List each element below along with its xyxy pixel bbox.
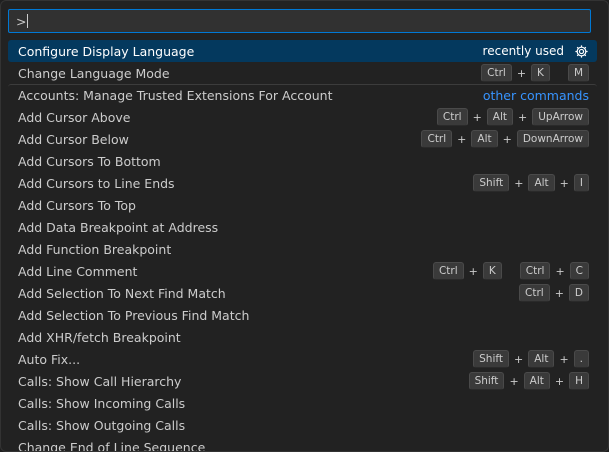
keybinding-key: . — [573, 350, 589, 368]
keybinding-key: Ctrl — [519, 262, 551, 280]
command-list: Configure Display Language recently used C… — [8, 40, 597, 452]
keybinding-key: Alt — [523, 372, 550, 390]
plus-separator: + — [518, 110, 528, 124]
command-meta: recently used — [483, 44, 589, 59]
other-commands-link[interactable]: other commands — [483, 88, 589, 103]
command-meta: Ctrl + D — [519, 284, 589, 302]
command-label: Auto Fix... — [18, 351, 81, 367]
keybinding-key: Alt — [471, 130, 498, 148]
keybinding-key: Ctrl — [519, 284, 550, 302]
keybinding-key: C — [569, 262, 589, 280]
command-label: Add Cursors to Line Ends — [18, 175, 175, 191]
command-label: Change End of Line Sequence — [18, 439, 206, 452]
plus-separator: + — [559, 176, 569, 190]
command-input-text: > — [16, 13, 27, 29]
command-item[interactable]: Add Cursor Below Ctrl + Alt + DownArrow — [8, 128, 597, 150]
keybinding-key: I — [573, 174, 589, 192]
command-item[interactable]: Add Selection To Next Find Match Ctrl + D — [8, 282, 597, 304]
command-meta: Shift + Alt + I — [473, 174, 589, 192]
command-label: Add Cursor Above — [18, 109, 131, 125]
plus-separator: + — [472, 110, 482, 124]
plus-separator: + — [559, 352, 569, 366]
command-label: Calls: Show Call Hierarchy — [18, 373, 182, 389]
keybinding-key: Shift — [473, 350, 509, 368]
keybinding-key: Shift — [473, 174, 510, 192]
command-item[interactable]: Add Cursors To Top — [8, 194, 597, 216]
plus-separator: + — [516, 66, 527, 80]
command-label: Add Data Breakpoint at Address — [18, 219, 219, 235]
command-item[interactable]: Change Language Mode Ctrl + K M — [8, 62, 597, 84]
command-item[interactable]: Change End of Line Sequence — [8, 436, 597, 452]
keybinding-key: Alt — [486, 108, 514, 126]
command-item[interactable]: Add Data Breakpoint at Address — [8, 216, 597, 238]
command-meta: Ctrl + K Ctrl + C — [432, 262, 589, 280]
keybinding-key: Ctrl — [481, 64, 512, 82]
plus-separator: + — [554, 286, 564, 300]
text-caret — [27, 14, 29, 28]
command-item[interactable]: Add Cursors To Bottom — [8, 150, 597, 172]
command-item[interactable]: Add Cursor Above Ctrl + Alt + UpArrow — [8, 106, 597, 128]
command-palette: > Configure Display Language recently use… — [0, 0, 609, 452]
command-meta: other commands — [483, 88, 589, 103]
plus-separator: + — [468, 264, 478, 278]
command-label: Calls: Show Incoming Calls — [18, 395, 186, 411]
command-item[interactable]: Calls: Show Outgoing Calls — [8, 414, 597, 436]
plus-separator: + — [514, 352, 524, 366]
plus-separator: + — [555, 264, 565, 278]
command-item[interactable]: Calls: Show Incoming Calls — [8, 392, 597, 414]
keybinding-key: Shift — [468, 372, 505, 390]
command-label: Accounts: Manage Trusted Extensions For … — [18, 88, 333, 103]
keybinding-key: Alt — [528, 174, 555, 192]
keybinding-key: K — [531, 64, 550, 82]
command-label: Add Selection To Next Find Match — [18, 285, 226, 301]
command-label: Add Cursors To Bottom — [18, 153, 161, 169]
command-label: Add Selection To Previous Find Match — [18, 307, 250, 323]
plus-separator: + — [554, 374, 565, 388]
gear-icon[interactable] — [574, 44, 589, 59]
command-item[interactable]: Add Line Comment Ctrl + K Ctrl + C — [8, 260, 597, 282]
command-item[interactable]: Add Selection To Previous Find Match — [8, 304, 597, 326]
command-item[interactable]: Accounts: Manage Trusted Extensions For … — [8, 84, 597, 106]
command-input[interactable]: > — [8, 9, 591, 33]
keybinding-key: H — [569, 372, 589, 390]
command-label: Calls: Show Outgoing Calls — [18, 417, 186, 433]
keybinding-key: M — [567, 64, 589, 82]
command-label: Add Function Breakpoint — [18, 241, 172, 257]
plus-separator: + — [457, 132, 467, 146]
keybinding-key: D — [568, 284, 589, 302]
command-item[interactable]: Add Function Breakpoint — [8, 238, 597, 260]
command-meta: Shift + Alt +. — [473, 350, 589, 368]
keybinding-key: Ctrl — [432, 262, 464, 280]
command-label: Configure Display Language — [18, 43, 195, 59]
keybinding-key: K — [482, 262, 502, 280]
keybinding-key: Alt — [528, 350, 555, 368]
command-item[interactable]: Calls: Show Call Hierarchy Shift + Alt + H — [8, 370, 597, 392]
command-label: Add Cursor Below — [18, 131, 129, 147]
plus-separator: + — [502, 132, 512, 146]
command-item[interactable]: Auto Fix... Shift + Alt +. — [8, 348, 597, 370]
command-meta: Ctrl + Alt + UpArrow — [436, 108, 589, 126]
command-item[interactable]: Configure Display Language recently used — [8, 40, 597, 62]
keybinding-key: Ctrl — [421, 130, 453, 148]
command-label: Add Cursors To Top — [18, 197, 136, 213]
keybinding-key: Ctrl — [436, 108, 468, 126]
command-label: Add XHR/fetch Breakpoint — [18, 329, 181, 345]
command-item[interactable]: Add Cursors to Line Ends Shift + Alt + I — [8, 172, 597, 194]
keybinding-key: UpArrow — [532, 108, 589, 126]
command-meta: Ctrl + K M — [481, 64, 589, 82]
command-label: Change Language Mode — [18, 65, 170, 81]
recently-used-label: recently used — [482, 44, 564, 58]
command-label: Add Line Comment — [18, 263, 138, 279]
plus-separator: + — [514, 176, 524, 190]
command-meta: Ctrl + Alt + DownArrow — [421, 130, 589, 148]
keybinding-key: DownArrow — [516, 130, 589, 148]
command-meta: Shift + Alt + H — [468, 372, 589, 390]
plus-separator: + — [509, 374, 519, 388]
command-item[interactable]: Add XHR/fetch Breakpoint — [8, 326, 597, 348]
